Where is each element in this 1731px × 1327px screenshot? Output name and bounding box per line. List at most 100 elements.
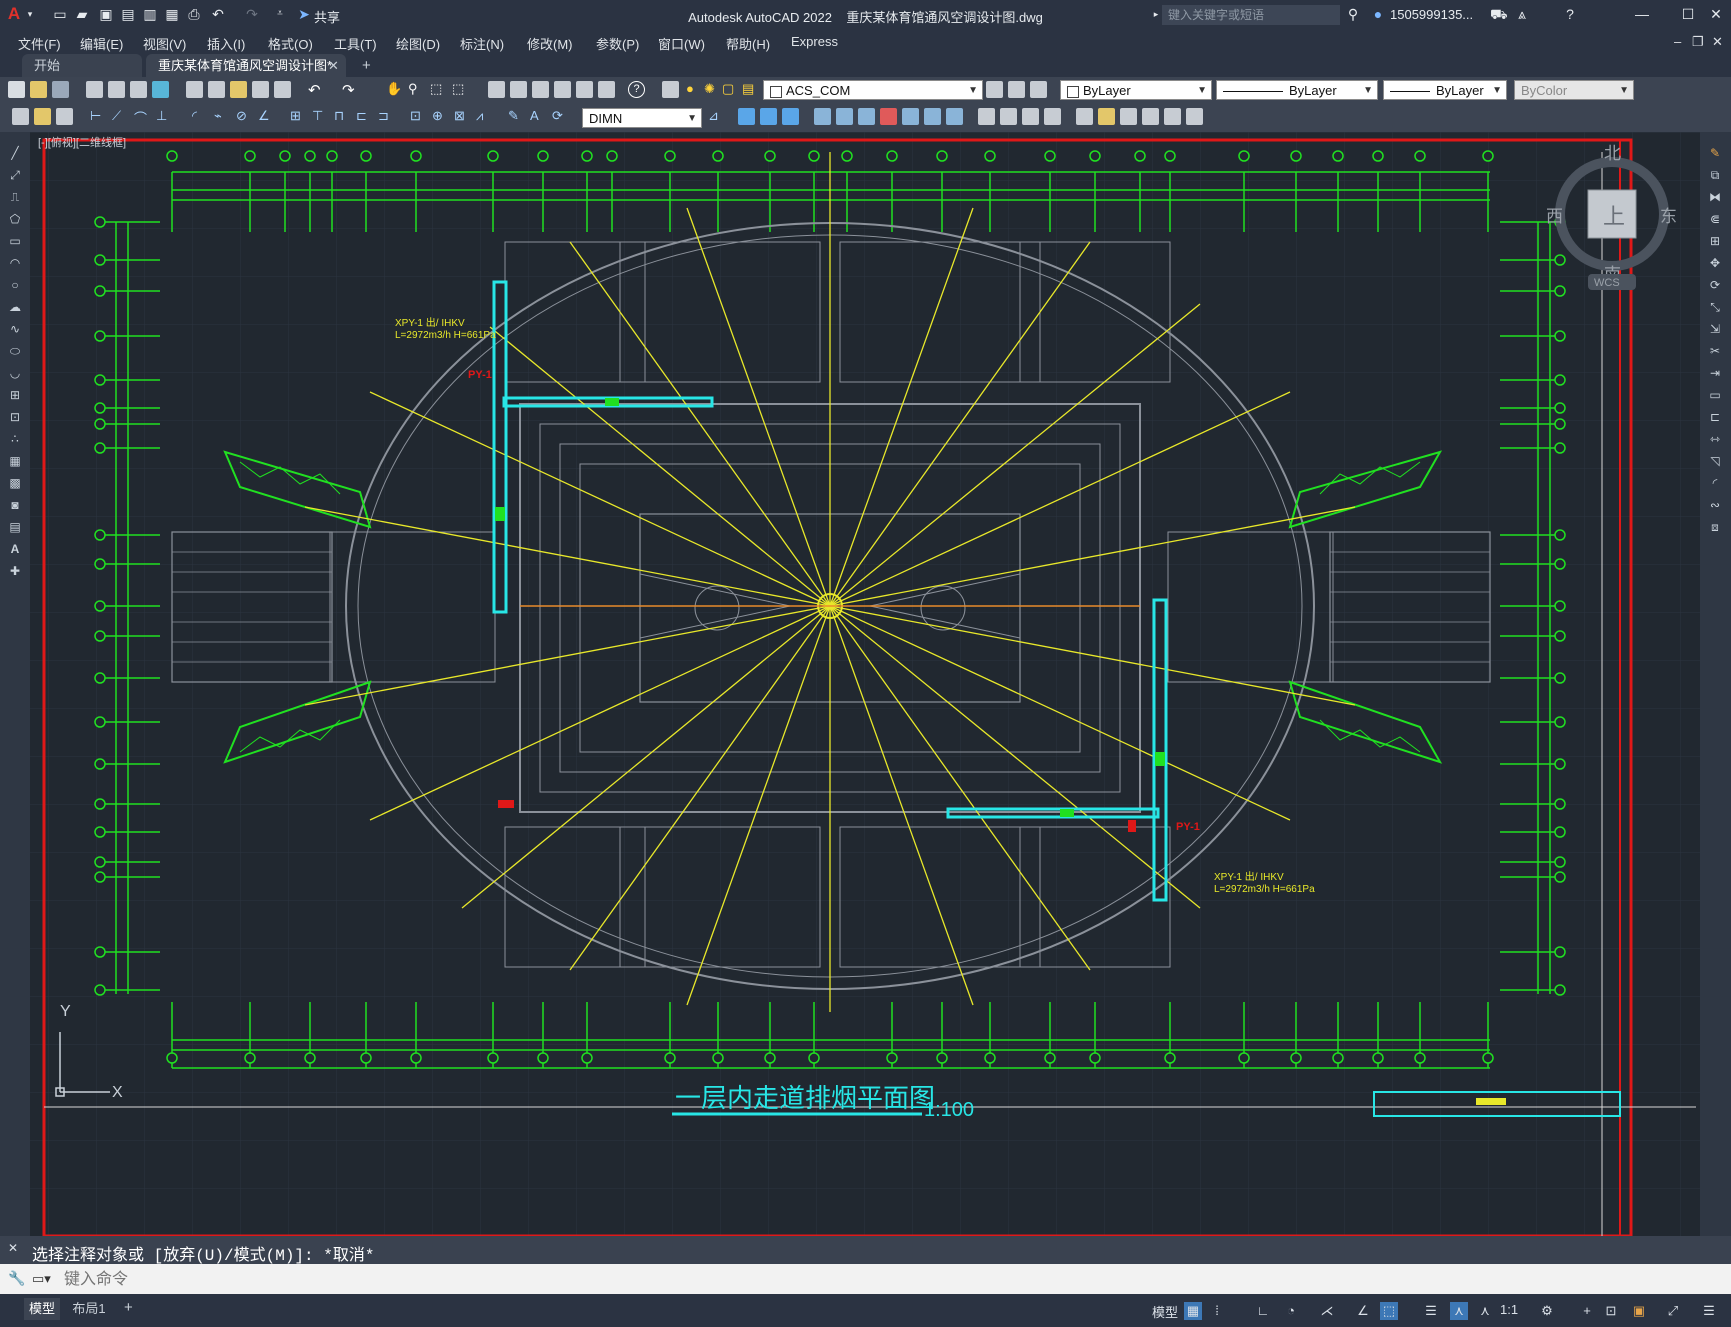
inspect-icon[interactable]: ⊠	[454, 108, 471, 125]
menu-express[interactable]: Express	[791, 34, 838, 49]
print-preview-icon[interactable]	[108, 81, 125, 98]
layer-freeze-icon[interactable]: ✺	[704, 81, 721, 98]
zoom-realtime-icon[interactable]: ⚲	[408, 81, 425, 98]
sheet-set-icon[interactable]	[554, 81, 571, 98]
color-dropdown[interactable]: ByLayer ▼	[1060, 80, 1212, 100]
search-input[interactable]: 键入关键字或短语	[1162, 5, 1340, 25]
region-icon[interactable]: ◙	[7, 498, 23, 512]
erase-icon[interactable]: ✎	[1707, 146, 1723, 160]
make-block-icon[interactable]: ⊡	[7, 410, 23, 424]
copy-icon[interactable]	[208, 81, 225, 98]
copy-object-icon[interactable]: ⧉	[1707, 168, 1723, 182]
layer-dropdown[interactable]: ACS_COM ▼	[763, 80, 983, 100]
radius-dim-icon[interactable]: ◜	[192, 108, 209, 125]
lineweight-dropdown[interactable]: ByLayer ▼	[1383, 80, 1507, 100]
hatch-icon[interactable]: ▦	[7, 454, 23, 468]
polygon-icon[interactable]: ⬠	[7, 212, 23, 226]
user-icon[interactable]: ●	[1370, 6, 1386, 22]
undo-tool-icon[interactable]: ↶	[308, 81, 325, 99]
arc-length-icon[interactable]: ⌒	[134, 108, 151, 126]
viewcube-west[interactable]: 西	[1546, 207, 1563, 226]
mirror-icon[interactable]: ⧓	[1707, 190, 1723, 204]
ortho-icon[interactable]: ∟	[1254, 1302, 1272, 1320]
modify-o-icon[interactable]	[1076, 108, 1093, 125]
modify-n-icon[interactable]	[1044, 108, 1061, 125]
add-selected-icon[interactable]: ✚	[7, 564, 23, 578]
tool-a-icon[interactable]	[12, 108, 29, 125]
open-file-icon[interactable]: ▰	[74, 6, 90, 22]
dim-edit-icon[interactable]: ✎	[508, 108, 525, 125]
rectangle-icon[interactable]: ▭	[7, 234, 23, 248]
menu-draw[interactable]: 绘图(D)	[396, 34, 440, 53]
quick-properties-icon[interactable]: ▣	[1630, 1302, 1648, 1320]
menu-modify[interactable]: 修改(M)	[527, 34, 573, 53]
linear-dim-icon[interactable]: ⊢	[90, 108, 107, 125]
diameter-dim-icon[interactable]: ⊘	[236, 108, 253, 125]
menu-insert[interactable]: 插入(I)	[207, 34, 245, 53]
share-icon[interactable]: ➤	[296, 6, 312, 22]
qnew-icon[interactable]	[8, 81, 25, 98]
save-tool-icon[interactable]	[52, 81, 69, 98]
break-icon[interactable]: ⊏	[1707, 410, 1723, 424]
new-tab-icon[interactable]: +	[362, 57, 371, 74]
menu-tools[interactable]: 工具(T)	[334, 34, 377, 53]
modify-t-icon[interactable]	[1186, 108, 1203, 125]
minimize-icon[interactable]: —	[1634, 6, 1650, 22]
pline-icon[interactable]: ⎍	[7, 190, 23, 204]
menu-edit[interactable]: 编辑(E)	[80, 34, 123, 53]
model-space-label[interactable]: 模型	[1152, 1302, 1178, 1321]
dimstyle-dropdown[interactable]: DIMN ▼	[582, 108, 702, 128]
modify-g-icon[interactable]	[880, 108, 897, 125]
osnap-icon[interactable]: ∠	[1354, 1302, 1372, 1320]
lineweight-toggle-icon[interactable]: ☰	[1422, 1302, 1440, 1320]
save-icon[interactable]: ▣	[98, 6, 114, 22]
revcloud-icon[interactable]: ☁	[7, 300, 23, 314]
open-icon[interactable]	[30, 81, 47, 98]
maximize-icon[interactable]: ☐	[1680, 6, 1696, 22]
cart-icon[interactable]: ⛟	[1490, 6, 1508, 22]
properties-icon[interactable]	[488, 81, 505, 98]
customize-icon[interactable]: ☰	[1700, 1302, 1718, 1320]
modify-e-icon[interactable]	[836, 108, 853, 125]
polar-icon[interactable]: ◔	[1282, 1302, 1300, 1320]
menu-help[interactable]: 帮助(H)	[726, 34, 770, 53]
3d-dwf-icon[interactable]	[152, 81, 169, 98]
plot-icon[interactable]: ⎙	[186, 6, 202, 22]
close-icon[interactable]: ✕	[1708, 6, 1724, 22]
auto-scale-icon[interactable]: ⋏	[1476, 1302, 1494, 1320]
modify-d-icon[interactable]	[814, 108, 831, 125]
menu-file[interactable]: 文件(F)	[18, 34, 61, 53]
redo-icon[interactable]: ↷	[244, 6, 260, 22]
layer-previous-icon[interactable]	[1008, 81, 1025, 98]
menu-parametric[interactable]: 参数(P)	[596, 34, 639, 53]
viewcube-north[interactable]: 北	[1604, 144, 1621, 163]
zoom-previous-icon[interactable]: ⬚	[452, 81, 469, 98]
save-as-icon[interactable]: ▤	[120, 6, 136, 22]
object-snap-icon[interactable]: ⬚	[1380, 1302, 1398, 1320]
tool-palettes-icon[interactable]	[532, 81, 549, 98]
viewcube-east[interactable]: 东	[1660, 207, 1677, 226]
zoom-window-icon[interactable]: ⬚	[430, 81, 447, 98]
dim-space-icon[interactable]: ⊏	[356, 108, 373, 125]
move-icon[interactable]: ✥	[1707, 256, 1723, 270]
tab-drawing[interactable]: 重庆某体育馆通风空调设计图* ✕	[146, 54, 346, 77]
angular-dim-icon[interactable]: ∠	[258, 108, 275, 125]
modify-c-icon[interactable]	[782, 108, 799, 125]
match-prop-icon[interactable]	[252, 81, 269, 98]
user-account[interactable]: 1505999135...	[1390, 7, 1473, 22]
drawing-canvas[interactable]: XPY-1 出/ IHKV L=2972m3/h H=661Pa XPY-1 出…	[0, 132, 1731, 1236]
doc-minimize-icon[interactable]: –	[1674, 34, 1681, 49]
mtext-icon[interactable]: A	[7, 542, 23, 556]
tolerance-icon[interactable]: ⊡	[410, 108, 427, 125]
explode-icon[interactable]: ⧈	[1707, 520, 1723, 534]
linetype-dropdown[interactable]: ByLayer ▼	[1216, 80, 1378, 100]
design-center-icon[interactable]	[510, 81, 527, 98]
snap-icon[interactable]: ⁞	[1208, 1302, 1226, 1320]
dim-update-icon[interactable]: ⟳	[552, 108, 569, 125]
baseline-dim-icon[interactable]: ⊤	[312, 108, 329, 125]
modify-q-icon[interactable]	[1120, 108, 1137, 125]
circle-icon[interactable]: ○	[7, 278, 23, 292]
units-icon[interactable]: ⊡	[1602, 1302, 1620, 1320]
layer-on-icon[interactable]: ●	[686, 81, 703, 98]
tool-b-icon[interactable]	[34, 108, 51, 125]
